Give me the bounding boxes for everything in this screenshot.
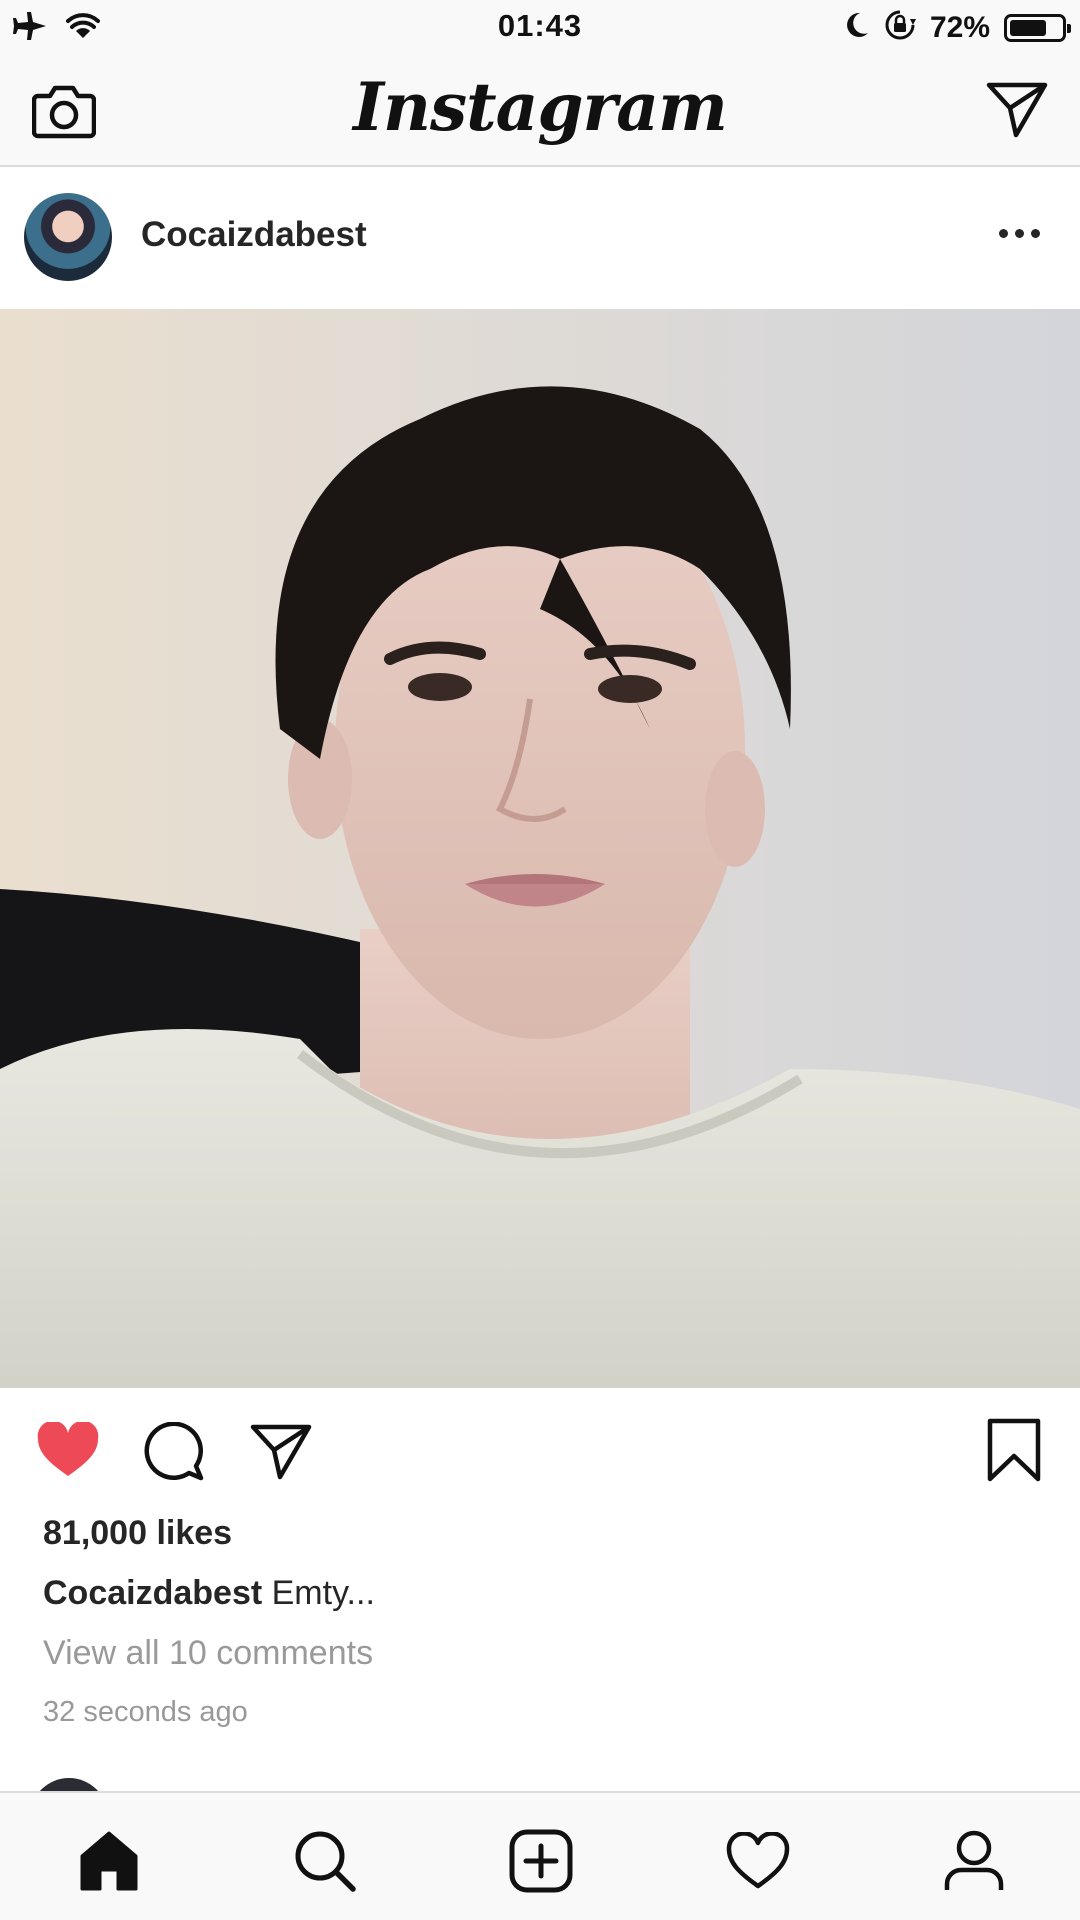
battery-level-fill bbox=[1010, 19, 1046, 36]
bottom-tab-bar bbox=[0, 1791, 1080, 1920]
battery-percent: 72% bbox=[929, 10, 990, 44]
post-header: Cocaizdabest bbox=[0, 169, 1080, 309]
dot bbox=[1015, 229, 1024, 238]
dot bbox=[999, 229, 1008, 238]
left-eye bbox=[408, 673, 472, 701]
likes-count[interactable]: 81,000 likes bbox=[43, 1514, 232, 1553]
battery-icon bbox=[1004, 13, 1071, 42]
bookmark-icon[interactable] bbox=[986, 1418, 1042, 1487]
dot bbox=[1031, 229, 1040, 238]
avatar[interactable] bbox=[24, 193, 112, 281]
view-all-comments-link[interactable]: View all 10 comments bbox=[43, 1634, 373, 1673]
caption-text: Emty... bbox=[262, 1574, 375, 1612]
profile-icon[interactable] bbox=[938, 1825, 1010, 1897]
instagram-feed-screen: 01:43 72% Instagram Cocaizdabest 81,000 … bbox=[0, 0, 1080, 1920]
more-options-icon[interactable] bbox=[999, 229, 1040, 238]
direct-message-icon[interactable] bbox=[986, 80, 1048, 143]
add-post-icon[interactable] bbox=[505, 1825, 577, 1897]
post-username[interactable]: Cocaizdabest bbox=[141, 215, 367, 255]
caption-username[interactable]: Cocaizdabest bbox=[43, 1574, 262, 1612]
search-icon[interactable] bbox=[289, 1825, 361, 1897]
like-heart-icon[interactable] bbox=[36, 1420, 100, 1483]
top-navigation-bar: Instagram bbox=[0, 54, 1080, 167]
post-photo[interactable] bbox=[0, 309, 1080, 1388]
right-ear bbox=[705, 751, 765, 867]
status-bar: 01:43 72% bbox=[0, 0, 1080, 54]
post-timestamp: 32 seconds ago bbox=[43, 1696, 248, 1728]
activity-heart-icon[interactable] bbox=[722, 1825, 794, 1897]
home-icon[interactable] bbox=[73, 1825, 145, 1897]
instagram-logo: Instagram bbox=[353, 68, 728, 146]
moon-icon bbox=[844, 11, 870, 44]
rotation-lock-icon bbox=[884, 9, 916, 46]
right-eye bbox=[598, 675, 662, 703]
caption: Cocaizdabest Emty... bbox=[43, 1574, 375, 1613]
post-actions bbox=[0, 1388, 1080, 1508]
share-icon[interactable] bbox=[250, 1422, 312, 1485]
comment-icon[interactable] bbox=[143, 1421, 205, 1487]
